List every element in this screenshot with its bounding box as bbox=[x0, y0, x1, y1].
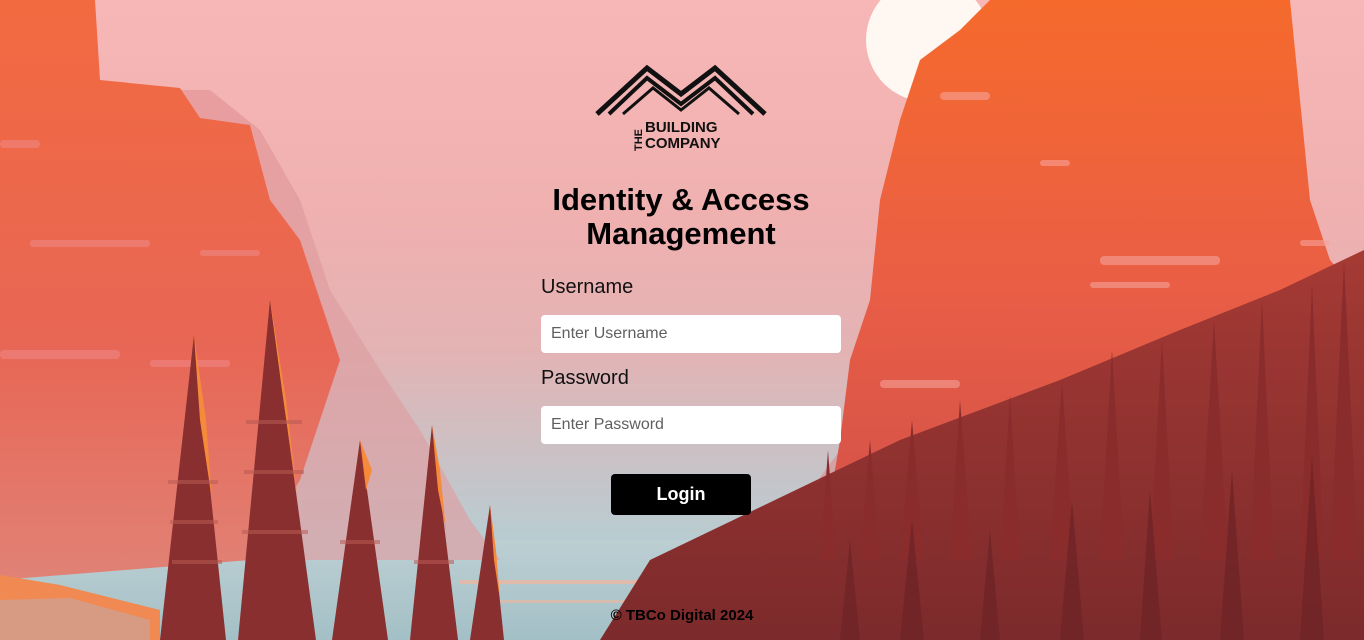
logo-company-text: COMPANY bbox=[645, 135, 721, 152]
password-input[interactable] bbox=[541, 406, 841, 444]
password-label: Password bbox=[541, 367, 629, 389]
login-page: THE BUILDING COMPANY Identity & Access M… bbox=[0, 0, 1364, 640]
footer-copyright: © TBCo Digital 2024 bbox=[610, 607, 754, 624]
login-button[interactable]: Login bbox=[611, 474, 751, 515]
username-input[interactable] bbox=[541, 315, 841, 353]
logo-building-text: BUILDING bbox=[645, 119, 718, 136]
username-label: Username bbox=[541, 276, 634, 298]
page-title: Identity & Access Management bbox=[552, 182, 810, 251]
logo-the-text: THE bbox=[633, 129, 645, 151]
building-company-logo: THE BUILDING COMPANY bbox=[595, 64, 767, 152]
